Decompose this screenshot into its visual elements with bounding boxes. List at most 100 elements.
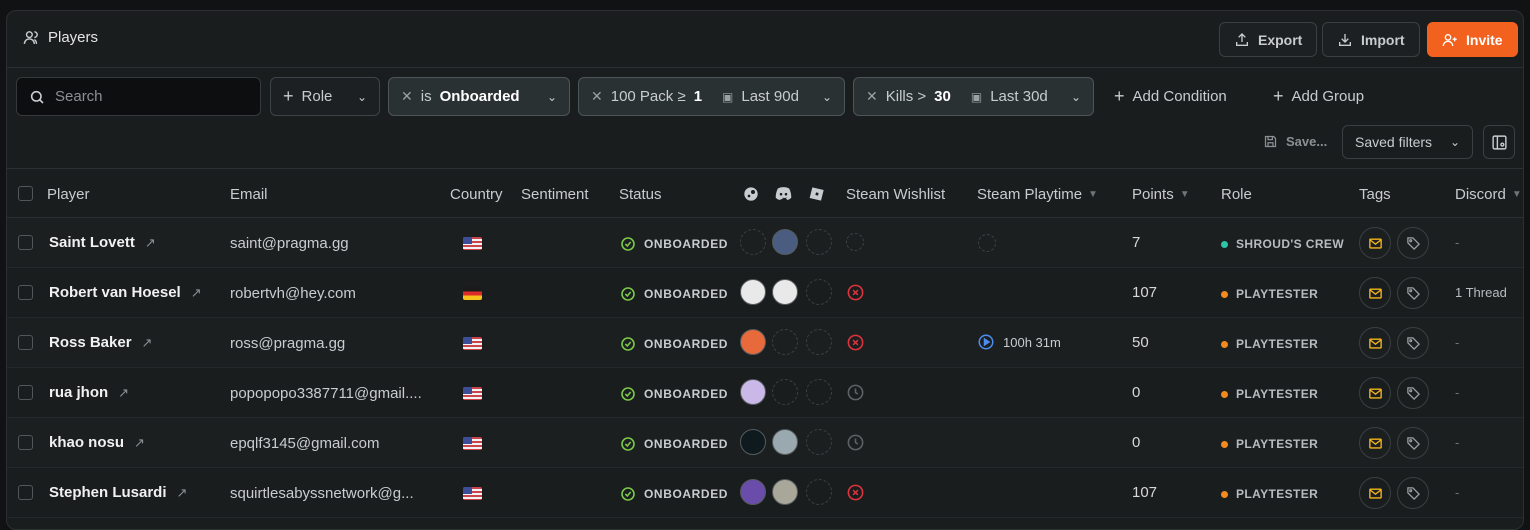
tag-button[interactable] <box>1397 477 1429 509</box>
platform-avatar[interactable] <box>806 329 832 355</box>
kills-filter-chip[interactable]: ✕ Kills > 30 ▣ Last 30d ⌄ <box>853 77 1094 116</box>
player-name-link[interactable]: rua jhon ↗ <box>49 384 129 401</box>
close-icon[interactable]: ✕ <box>866 88 878 105</box>
table-row[interactable]: Ross Baker ↗ ross@pragma.gg ONBOARDED 100h 3… <box>7 318 1523 368</box>
column-role[interactable]: Role <box>1221 186 1252 203</box>
column-tags[interactable]: Tags <box>1359 186 1391 203</box>
search-input[interactable] <box>55 88 235 105</box>
external-link-icon[interactable]: ↗ <box>145 235 156 251</box>
column-steam[interactable] <box>743 186 759 202</box>
role-badge: PLAYTESTER <box>1221 487 1318 501</box>
email-tag-button[interactable] <box>1359 227 1391 259</box>
tag-button[interactable] <box>1397 427 1429 459</box>
platform-avatar[interactable] <box>740 329 766 355</box>
column-steam-wishlist[interactable]: Steam Wishlist <box>846 186 945 203</box>
invite-button[interactable]: Invite <box>1427 22 1518 57</box>
column-country[interactable]: Country <box>450 186 503 203</box>
email-tag-button[interactable] <box>1359 477 1391 509</box>
platform-avatar[interactable] <box>740 379 766 405</box>
table-row[interactable]: Robert van Hoesel ↗ robertvh@hey.com ONBOAR… <box>7 268 1523 318</box>
search-box[interactable] <box>16 77 261 116</box>
add-condition-button[interactable]: + Add Condition <box>1114 86 1227 107</box>
email-tag-button[interactable] <box>1359 327 1391 359</box>
column-roblox[interactable] <box>809 186 825 202</box>
column-email[interactable]: Email <box>230 186 268 203</box>
tag-button[interactable] <box>1397 277 1429 309</box>
player-name-link[interactable]: Ross Baker ↗ <box>49 334 152 351</box>
points-value: 0 <box>1132 434 1141 451</box>
column-points[interactable]: Points ▼ <box>1132 186 1190 203</box>
platform-avatar[interactable] <box>806 379 832 405</box>
player-name-link[interactable]: khao nosu ↗ <box>49 434 145 451</box>
role-text: PLAYTESTER <box>1236 337 1319 351</box>
save-filter-button[interactable]: Save... <box>1263 134 1327 149</box>
player-name: Ross Baker <box>49 334 132 351</box>
column-player[interactable]: Player <box>47 186 90 203</box>
email-tag-button[interactable] <box>1359 427 1391 459</box>
status-filter-chip[interactable]: ✕ is Onboarded ⌄ <box>388 77 570 116</box>
tag-button[interactable] <box>1397 327 1429 359</box>
status-badge: ONBOARDED <box>620 336 728 352</box>
platform-avatar[interactable] <box>772 279 798 305</box>
table-row[interactable]: khao nosu ↗ epqlf3145@gmail.com ONBOARDED 0 P… <box>7 418 1523 468</box>
platform-avatar[interactable] <box>772 429 798 455</box>
player-name: rua jhon <box>49 384 109 401</box>
platform-avatar[interactable] <box>806 279 832 305</box>
role-text: PLAYTESTER <box>1236 387 1319 401</box>
external-link-icon[interactable]: ↗ <box>118 385 129 401</box>
select-all-checkbox[interactable] <box>18 186 33 201</box>
email-tag-button[interactable] <box>1359 377 1391 409</box>
table-row[interactable]: Saint Lovett ↗ saint@pragma.gg ONBOARDED 7 SH… <box>7 218 1523 268</box>
platform-avatar[interactable] <box>806 479 832 505</box>
table-row[interactable]: Stephen Lusardi ↗ squirtlesabyssnetwork@g.… <box>7 468 1523 518</box>
add-group-button[interactable]: + Add Group <box>1273 86 1364 107</box>
close-icon[interactable]: ✕ <box>591 88 603 105</box>
search-icon <box>30 90 44 104</box>
row-checkbox[interactable] <box>18 285 33 300</box>
column-settings-button[interactable] <box>1483 125 1515 159</box>
import-button[interactable]: Import <box>1322 22 1420 57</box>
column-discord[interactable] <box>775 186 792 201</box>
platform-avatar[interactable] <box>740 229 766 255</box>
platform-avatar[interactable] <box>806 229 832 255</box>
external-link-icon[interactable]: ↗ <box>191 285 202 301</box>
row-checkbox[interactable] <box>18 235 33 250</box>
tag-button[interactable] <box>1397 227 1429 259</box>
platform-avatar[interactable] <box>772 229 798 255</box>
external-link-icon[interactable]: ↗ <box>134 435 145 451</box>
sort-down-icon[interactable]: ▼ <box>1088 189 1098 200</box>
row-checkbox[interactable] <box>18 385 33 400</box>
pack-filter-chip[interactable]: ✕ 100 Pack ≥ 1 ▣ Last 90d ⌄ <box>578 77 845 116</box>
platform-avatar[interactable] <box>740 429 766 455</box>
player-name-link[interactable]: Robert van Hoesel ↗ <box>49 284 202 301</box>
platform-avatar[interactable] <box>740 479 766 505</box>
table-row[interactable]: rua jhon ↗ popopopo3387711@gmail.... ONBOAR… <box>7 368 1523 418</box>
platform-avatar[interactable] <box>806 429 832 455</box>
row-checkbox[interactable] <box>18 335 33 350</box>
status-badge: ONBOARDED <box>620 486 728 502</box>
platform-avatar[interactable] <box>772 329 798 355</box>
platform-avatar[interactable] <box>740 279 766 305</box>
role-filter[interactable]: + Role ⌄ <box>270 77 380 116</box>
external-link-icon[interactable]: ↗ <box>142 335 153 351</box>
sort-down-icon[interactable]: ▼ <box>1180 189 1190 200</box>
column-sentiment[interactable]: Sentiment <box>521 186 589 203</box>
saved-filters-dropdown[interactable]: Saved filters ⌄ <box>1342 125 1473 159</box>
export-button[interactable]: Export <box>1219 22 1318 57</box>
column-status[interactable]: Status <box>619 186 662 203</box>
sort-down-icon[interactable]: ▼ <box>1512 189 1522 200</box>
column-steam-playtime[interactable]: Steam Playtime ▼ <box>977 186 1098 203</box>
column-discord-text[interactable]: Discord ▼ <box>1455 186 1522 203</box>
player-name-link[interactable]: Stephen Lusardi ↗ <box>49 484 187 501</box>
tag-button[interactable] <box>1397 377 1429 409</box>
platform-avatar[interactable] <box>772 379 798 405</box>
player-name-link[interactable]: Saint Lovett ↗ <box>49 234 156 251</box>
external-link-icon[interactable]: ↗ <box>177 485 188 501</box>
email-tag-button[interactable] <box>1359 277 1391 309</box>
steam-wishlist-cell <box>846 333 865 357</box>
row-checkbox[interactable] <box>18 435 33 450</box>
row-checkbox[interactable] <box>18 485 33 500</box>
platform-avatar[interactable] <box>772 479 798 505</box>
close-icon[interactable]: ✕ <box>401 88 413 105</box>
status-filter-value: Onboarded <box>439 88 520 105</box>
